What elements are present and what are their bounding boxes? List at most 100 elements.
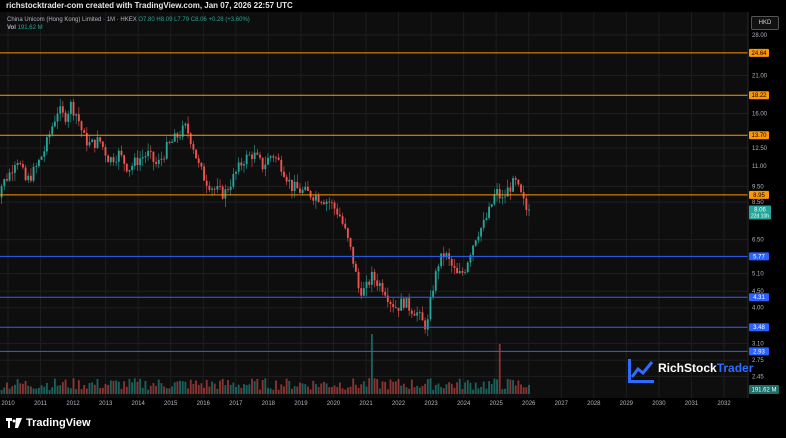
volume-bar — [117, 381, 120, 394]
candle-body — [187, 123, 189, 134]
candle-body — [528, 209, 530, 211]
volume-bar — [354, 384, 357, 394]
volume-bar — [240, 387, 243, 394]
candle-body — [275, 157, 277, 159]
volume-bar — [160, 383, 163, 394]
candle-body — [8, 172, 11, 181]
volume-bar — [429, 378, 432, 394]
volume-bar — [96, 378, 99, 394]
candle-body — [421, 312, 424, 321]
candle-body — [291, 179, 293, 192]
candle-body — [320, 201, 323, 203]
currency-badge[interactable]: HKD — [751, 16, 779, 30]
candle-body — [120, 150, 123, 156]
candle-body — [392, 304, 395, 308]
volume-bar — [394, 381, 397, 394]
candle-body — [261, 157, 264, 170]
candle-body — [272, 156, 275, 158]
volume-legend: Vol 191.62 M — [7, 25, 43, 31]
volume-bar — [309, 389, 312, 394]
x-tick-label: 2020 — [327, 401, 341, 407]
volume-bar — [464, 382, 467, 394]
volume-bar — [171, 386, 174, 394]
volume-bar — [200, 383, 203, 394]
candle-body — [115, 161, 118, 163]
volume-bar — [440, 387, 443, 394]
x-tick-label: 2030 — [652, 401, 666, 407]
volume-bar — [357, 387, 360, 394]
symbol-name[interactable]: China Unicom (Hong Kong) Limited · 1M · … — [7, 17, 137, 23]
volume-bar — [187, 388, 189, 394]
volume-bar — [352, 378, 355, 394]
volume-bar — [506, 378, 509, 394]
x-tick-label: 2026 — [522, 401, 536, 407]
candle-body — [117, 150, 120, 162]
candle-body — [424, 320, 427, 330]
volume-bar — [317, 387, 320, 394]
volume-bar — [208, 386, 211, 394]
volume-bar — [123, 381, 126, 394]
volume-bar — [386, 389, 389, 394]
candle-body — [397, 307, 400, 311]
volume-bar — [362, 381, 365, 394]
candle-body — [0, 186, 3, 198]
y-tick-label: 8.50 — [752, 200, 764, 206]
volume-bar — [195, 380, 197, 394]
volume-bar — [235, 386, 237, 394]
volume-bar — [445, 384, 448, 394]
candle-body — [224, 189, 227, 199]
volume-bar — [221, 378, 224, 394]
volume-bar — [269, 388, 272, 394]
support-level-label: 3.48 — [753, 325, 765, 331]
volume-bar — [378, 388, 381, 394]
support-level-label: 5.77 — [753, 254, 765, 260]
candle-body — [251, 154, 253, 160]
volume-bar — [501, 389, 504, 394]
y-tick-label: 9.50 — [752, 184, 764, 190]
candle-body — [418, 312, 421, 314]
volume-bar — [314, 384, 317, 394]
x-tick-label: 2022 — [392, 401, 406, 407]
candles — [0, 98, 530, 337]
candle-body — [496, 188, 498, 195]
candle-body — [243, 164, 245, 166]
volume-bar — [168, 388, 171, 394]
volume-bar — [304, 384, 307, 394]
candle-body — [362, 288, 365, 296]
x-tick-label: 2025 — [490, 401, 504, 407]
tradingview-brand: TradingView — [26, 417, 91, 429]
candle-body — [402, 298, 405, 308]
volume-bar — [232, 382, 235, 394]
volume-bar — [456, 382, 459, 394]
candle-body — [304, 186, 307, 190]
volume-bar — [40, 385, 43, 394]
candle-body — [99, 137, 102, 142]
candle-body — [245, 154, 248, 165]
volume-bar — [237, 384, 240, 394]
candle-body — [440, 253, 443, 267]
volume-bar — [413, 387, 416, 394]
candle-body — [285, 176, 288, 182]
candle-body — [240, 162, 243, 166]
volume-bar — [493, 378, 496, 394]
candle-body — [51, 126, 54, 135]
price-chart[interactable]: 2010 2011 2012 2013 2014 2015 2016 2017 2018 2019… — [0, 0, 786, 412]
candle-body — [384, 291, 387, 296]
candle-body — [136, 157, 139, 166]
y-tick-label: 2.45 — [752, 374, 764, 380]
candle-body — [192, 144, 195, 150]
candle-body — [221, 186, 224, 199]
volume-bar — [32, 388, 35, 394]
candle-body — [16, 162, 19, 166]
volume-bar — [139, 378, 142, 394]
volume-bar — [85, 388, 88, 394]
volume-bar — [131, 382, 134, 394]
volume-bar — [243, 384, 245, 394]
volume-bar — [453, 387, 456, 394]
x-tick-label: 2027 — [555, 401, 569, 407]
candle-body — [37, 159, 40, 167]
tradingview-logo[interactable]: TradingView — [6, 417, 91, 429]
volume-bar — [365, 386, 368, 394]
candle-body — [200, 162, 203, 167]
volume-bar — [224, 385, 227, 394]
